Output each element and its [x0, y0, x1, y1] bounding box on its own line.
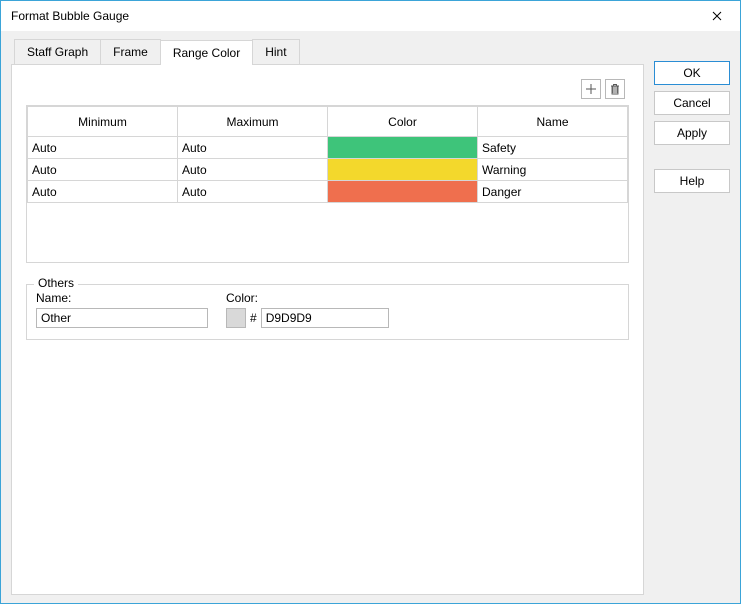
window-title: Format Bubble Gauge [11, 9, 129, 23]
tab-staff-graph[interactable]: Staff Graph [14, 39, 101, 64]
others-color-swatch[interactable] [226, 308, 246, 328]
others-fieldset: Others Name: Color: # [26, 277, 629, 340]
help-button[interactable]: Help [654, 169, 730, 193]
apply-button[interactable]: Apply [654, 121, 730, 145]
close-button[interactable] [702, 5, 732, 27]
row-color-swatch [328, 159, 477, 180]
close-icon [712, 11, 722, 21]
dialog-window: Format Bubble Gauge Staff Graph Frame Ra… [0, 0, 741, 604]
cell-minimum[interactable]: Auto [28, 159, 178, 181]
button-column: OK Cancel Apply Help [650, 31, 740, 603]
table-row[interactable]: Auto Auto Danger [28, 181, 628, 203]
plus-icon [585, 83, 597, 95]
cell-maximum[interactable]: Auto [178, 159, 328, 181]
trash-icon [609, 83, 621, 95]
cell-minimum[interactable]: Auto [28, 137, 178, 159]
others-color-label: Color: [226, 291, 389, 305]
col-header-maximum: Maximum [178, 107, 328, 137]
titlebar: Format Bubble Gauge [1, 1, 740, 31]
table-header-row: Minimum Maximum Color Name [28, 107, 628, 137]
cancel-button[interactable]: Cancel [654, 91, 730, 115]
others-name-label: Name: [36, 291, 208, 305]
dialog-body: Staff Graph Frame Range Color Hint [1, 31, 740, 603]
cell-maximum[interactable]: Auto [178, 181, 328, 203]
table-row[interactable]: Auto Auto Warning [28, 159, 628, 181]
tab-hint[interactable]: Hint [252, 39, 299, 64]
row-color-swatch [328, 181, 477, 202]
delete-row-button[interactable] [605, 79, 625, 99]
row-color-swatch [328, 137, 477, 158]
others-name-input[interactable] [36, 308, 208, 328]
cell-color[interactable] [328, 137, 478, 159]
add-row-button[interactable] [581, 79, 601, 99]
tab-frame[interactable]: Frame [100, 39, 161, 64]
grid-toolbar [26, 79, 629, 105]
col-header-color: Color [328, 107, 478, 137]
col-header-minimum: Minimum [28, 107, 178, 137]
tab-strip: Staff Graph Frame Range Color Hint [14, 39, 644, 64]
others-hex-input[interactable] [261, 308, 389, 328]
hash-symbol: # [250, 311, 257, 325]
cell-minimum[interactable]: Auto [28, 181, 178, 203]
col-header-name: Name [478, 107, 628, 137]
cell-name[interactable]: Safety [478, 137, 628, 159]
cell-name[interactable]: Danger [478, 181, 628, 203]
content-column: Staff Graph Frame Range Color Hint [1, 31, 650, 603]
range-grid: Minimum Maximum Color Name Auto Auto [26, 105, 629, 263]
tabpanel-range-color: Minimum Maximum Color Name Auto Auto [11, 64, 644, 595]
cell-name[interactable]: Warning [478, 159, 628, 181]
ok-button[interactable]: OK [654, 61, 730, 85]
tab-range-color[interactable]: Range Color [160, 40, 253, 65]
table-row[interactable]: Auto Auto Safety [28, 137, 628, 159]
cell-maximum[interactable]: Auto [178, 137, 328, 159]
cell-color[interactable] [328, 159, 478, 181]
others-legend: Others [34, 276, 78, 290]
cell-color[interactable] [328, 181, 478, 203]
